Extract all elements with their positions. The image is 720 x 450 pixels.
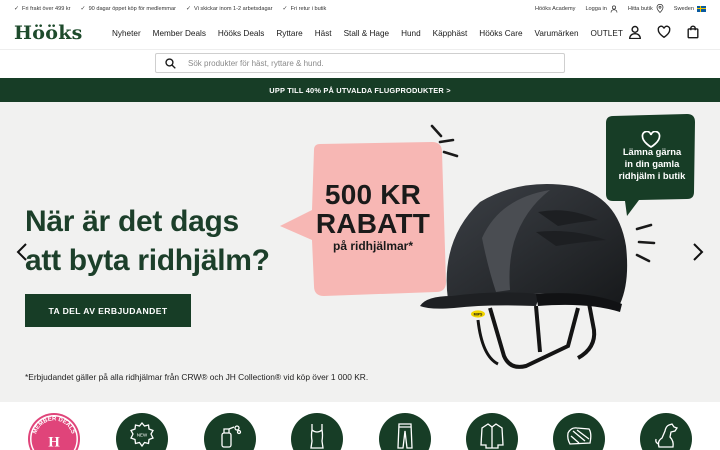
offer-disclaimer: *Erbjudandet gäller på alla ridhjälmar f…	[25, 372, 369, 382]
search-bar	[155, 53, 565, 73]
horse-rug-icon	[567, 427, 592, 445]
login-link[interactable]: Logga in	[585, 5, 618, 13]
nav-item-stall-hage[interactable]: Stall & Hage	[344, 29, 390, 38]
dog-icon	[655, 423, 679, 448]
search-icon[interactable]	[165, 57, 176, 69]
shopping-bag-icon[interactable]	[686, 25, 700, 39]
member-deals-icon: MEMBER DEALS H	[30, 415, 78, 450]
cta-button[interactable]: TA DEL AV ERBJUDANDET	[25, 294, 191, 327]
check-icon: ✓	[185, 6, 191, 12]
return-helmet-text: Lämna gärna in din gamla ridhjälm i buti…	[618, 146, 686, 181]
main-nav: Nyheter Member Deals Hööks Deals Ryttare…	[112, 29, 623, 38]
breeches-icon	[397, 423, 413, 449]
site-logo[interactable]: Hööks	[14, 22, 112, 44]
location-pin-icon	[656, 4, 664, 13]
usp-item: ✓ Fri frakt över 499 kr	[14, 5, 71, 13]
nav-item-member-deals[interactable]: Member Deals	[153, 29, 206, 38]
category-shortcuts: MEMBER DEALS H NEW	[0, 402, 720, 450]
nav-item-kapphast[interactable]: Käpphäst	[433, 29, 468, 38]
category-member-deals[interactable]: MEMBER DEALS H	[28, 413, 80, 450]
usp-item: ✓ Fri retur i butik	[282, 5, 327, 13]
nav-item-hooks-care[interactable]: Hööks Care	[479, 29, 522, 38]
main-header: Hööks Nyheter Member Deals Hööks Deals R…	[0, 17, 720, 50]
care-products-icon	[221, 425, 242, 448]
header-icons	[628, 25, 700, 39]
new-icon: NEW	[130, 421, 154, 448]
riding-helmet-image: MIPS	[420, 184, 628, 369]
find-store-label: Hitta butik	[627, 5, 653, 12]
check-icon: ✓	[282, 6, 288, 12]
heart-icon[interactable]	[657, 25, 671, 39]
check-icon: ✓	[80, 6, 86, 12]
login-label: Logga in	[585, 5, 607, 12]
nav-item-outlet[interactable]: OUTLET	[591, 29, 623, 38]
usp-item: ✓ Vi skickar inom 1-2 arbetsdagar	[185, 5, 273, 13]
category-care[interactable]	[204, 413, 256, 450]
category-jacket[interactable]	[466, 413, 518, 450]
nav-item-hast[interactable]: Häst	[315, 29, 332, 38]
svg-text:MEMBER DEALS: MEMBER DEALS	[32, 416, 76, 434]
jacket-icon	[480, 423, 504, 449]
country-selector[interactable]: Sweden	[673, 5, 706, 12]
nav-item-hooks-deals[interactable]: Hööks Deals	[218, 29, 264, 38]
category-new[interactable]: NEW	[116, 413, 168, 450]
member-deals-label: MEMBER DEALS	[32, 416, 76, 434]
carousel-prev-button[interactable]	[16, 242, 28, 266]
check-icon: ✓	[14, 6, 20, 12]
find-store-link[interactable]: Hitta butik	[628, 4, 664, 13]
category-breeches[interactable]	[379, 413, 431, 450]
usp-list: ✓ Fri frakt över 499 kr ✓ 90 dagar öppet k…	[14, 5, 327, 13]
hero-heading: När är det dags att byta ridhjälm?	[25, 202, 270, 280]
chevron-left-icon	[16, 243, 27, 261]
member-deals-letter: H	[48, 434, 60, 450]
hero-heading-line1: När är det dags	[25, 205, 239, 238]
nav-item-varumarken[interactable]: Varumärken	[535, 29, 579, 38]
nav-item-ryttare[interactable]: Ryttare	[276, 29, 302, 38]
country-label: Sweden	[673, 5, 694, 12]
account-icon[interactable]	[628, 25, 642, 39]
academy-link[interactable]: Hööks Academy	[535, 6, 575, 12]
rider-top-icon	[310, 424, 324, 449]
search-input[interactable]	[188, 58, 548, 68]
category-dog[interactable]	[640, 413, 692, 450]
top-utility-bar: ✓ Fri frakt över 499 kr ✓ 90 dagar öppet k…	[0, 0, 720, 17]
promo-banner[interactable]: UPP TILL 40% PÅ UTVALDA FLUGPRODUKTER >	[0, 78, 720, 102]
chevron-right-icon	[693, 243, 704, 261]
utility-links: Hööks Academy Logga in Hitta butik Swede…	[535, 4, 706, 13]
hero-banner: 500 KR RABATT på ridhjälmar* Lämna gärna…	[0, 102, 720, 402]
category-rider[interactable]	[291, 413, 343, 450]
carousel-next-button[interactable]	[692, 242, 704, 266]
category-horse-rug[interactable]	[553, 413, 605, 450]
hero-heading-line2: att byta ridhjälm?	[25, 244, 270, 277]
nav-item-nyheter[interactable]: Nyheter	[112, 29, 141, 38]
new-label: NEW	[137, 433, 148, 438]
mips-label: MIPS	[474, 313, 483, 317]
usp-item: ✓ 90 dagar öppet köp för medlemmar	[80, 5, 176, 13]
nav-item-hund[interactable]: Hund	[401, 29, 421, 38]
user-icon	[610, 5, 618, 13]
sweden-flag-icon	[697, 5, 706, 12]
